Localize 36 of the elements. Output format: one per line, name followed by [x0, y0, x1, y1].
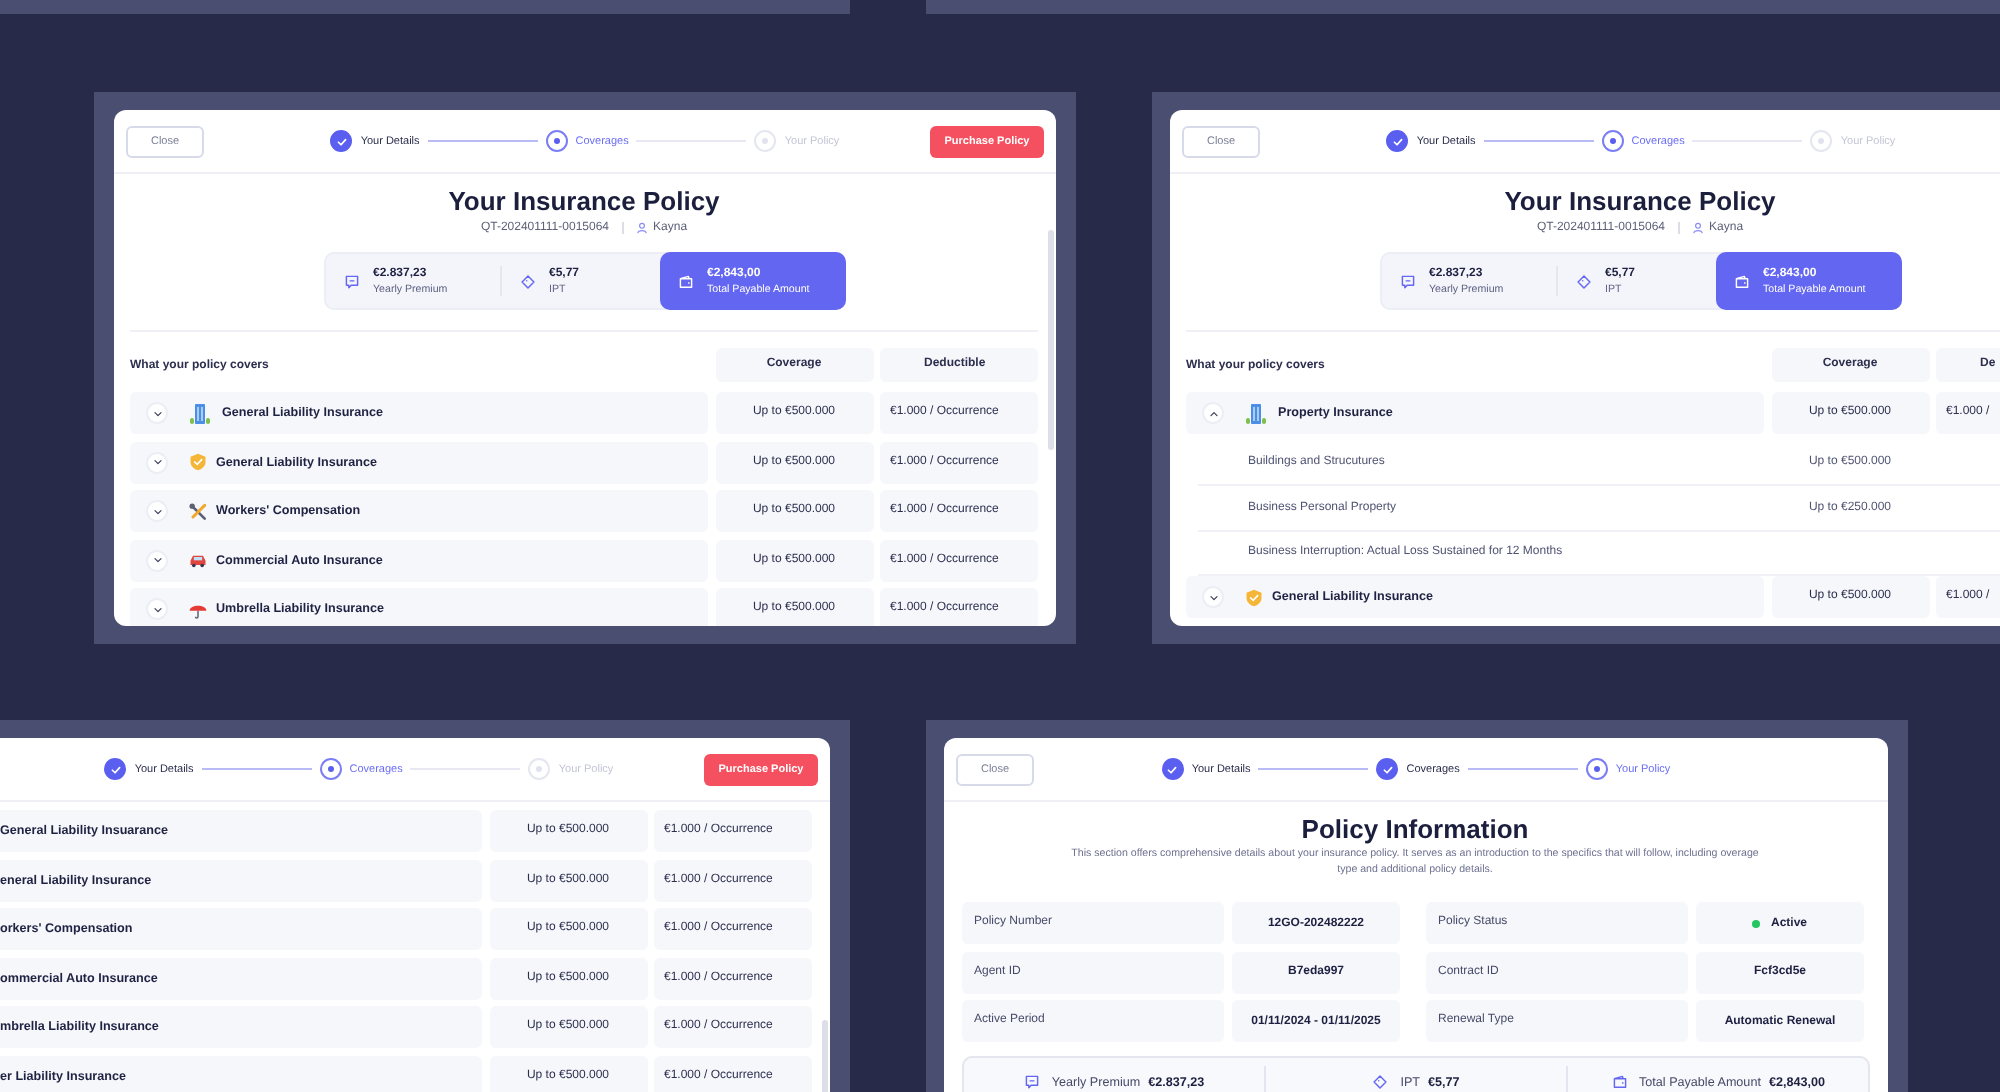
chat-icon — [343, 273, 359, 289]
chevron-icon — [151, 505, 163, 517]
chat-icon — [1023, 1074, 1040, 1090]
chevron-icon — [151, 407, 163, 419]
expand-button[interactable] — [146, 549, 168, 571]
shield-icon — [1244, 587, 1264, 607]
tag-icon — [1575, 273, 1591, 289]
page-title: Policy Information — [1299, 814, 1531, 844]
chevron-icon — [1207, 407, 1219, 419]
chevron-icon — [151, 456, 163, 468]
expand-button[interactable] — [146, 402, 168, 424]
page-title: Your Insurance Policy — [446, 186, 722, 216]
user-icon — [635, 222, 648, 234]
expand-button[interactable] — [1202, 586, 1224, 608]
page-title: Your Insurance Policy — [1502, 186, 1778, 216]
chevron-icon — [151, 554, 163, 566]
chevron-icon — [1207, 591, 1219, 603]
wallet-icon — [1733, 273, 1749, 289]
tag-icon — [519, 273, 535, 289]
car-icon — [188, 550, 208, 570]
scrollbar[interactable] — [822, 1020, 828, 1092]
tag-icon — [1372, 1074, 1389, 1090]
wallet-icon — [677, 273, 693, 289]
wallet-icon — [1611, 1074, 1628, 1090]
expand-button[interactable] — [146, 598, 168, 620]
expand-button[interactable] — [1202, 402, 1224, 424]
expand-button[interactable] — [146, 451, 168, 473]
expand-button[interactable] — [146, 500, 168, 522]
building-icon — [1244, 401, 1268, 425]
scrollbar[interactable] — [1048, 230, 1054, 450]
chat-icon — [1399, 273, 1415, 289]
building-icon — [188, 401, 212, 425]
tools-icon — [188, 501, 208, 521]
chevron-icon — [151, 603, 163, 615]
user-icon — [1691, 222, 1704, 234]
shield-icon — [188, 452, 208, 472]
